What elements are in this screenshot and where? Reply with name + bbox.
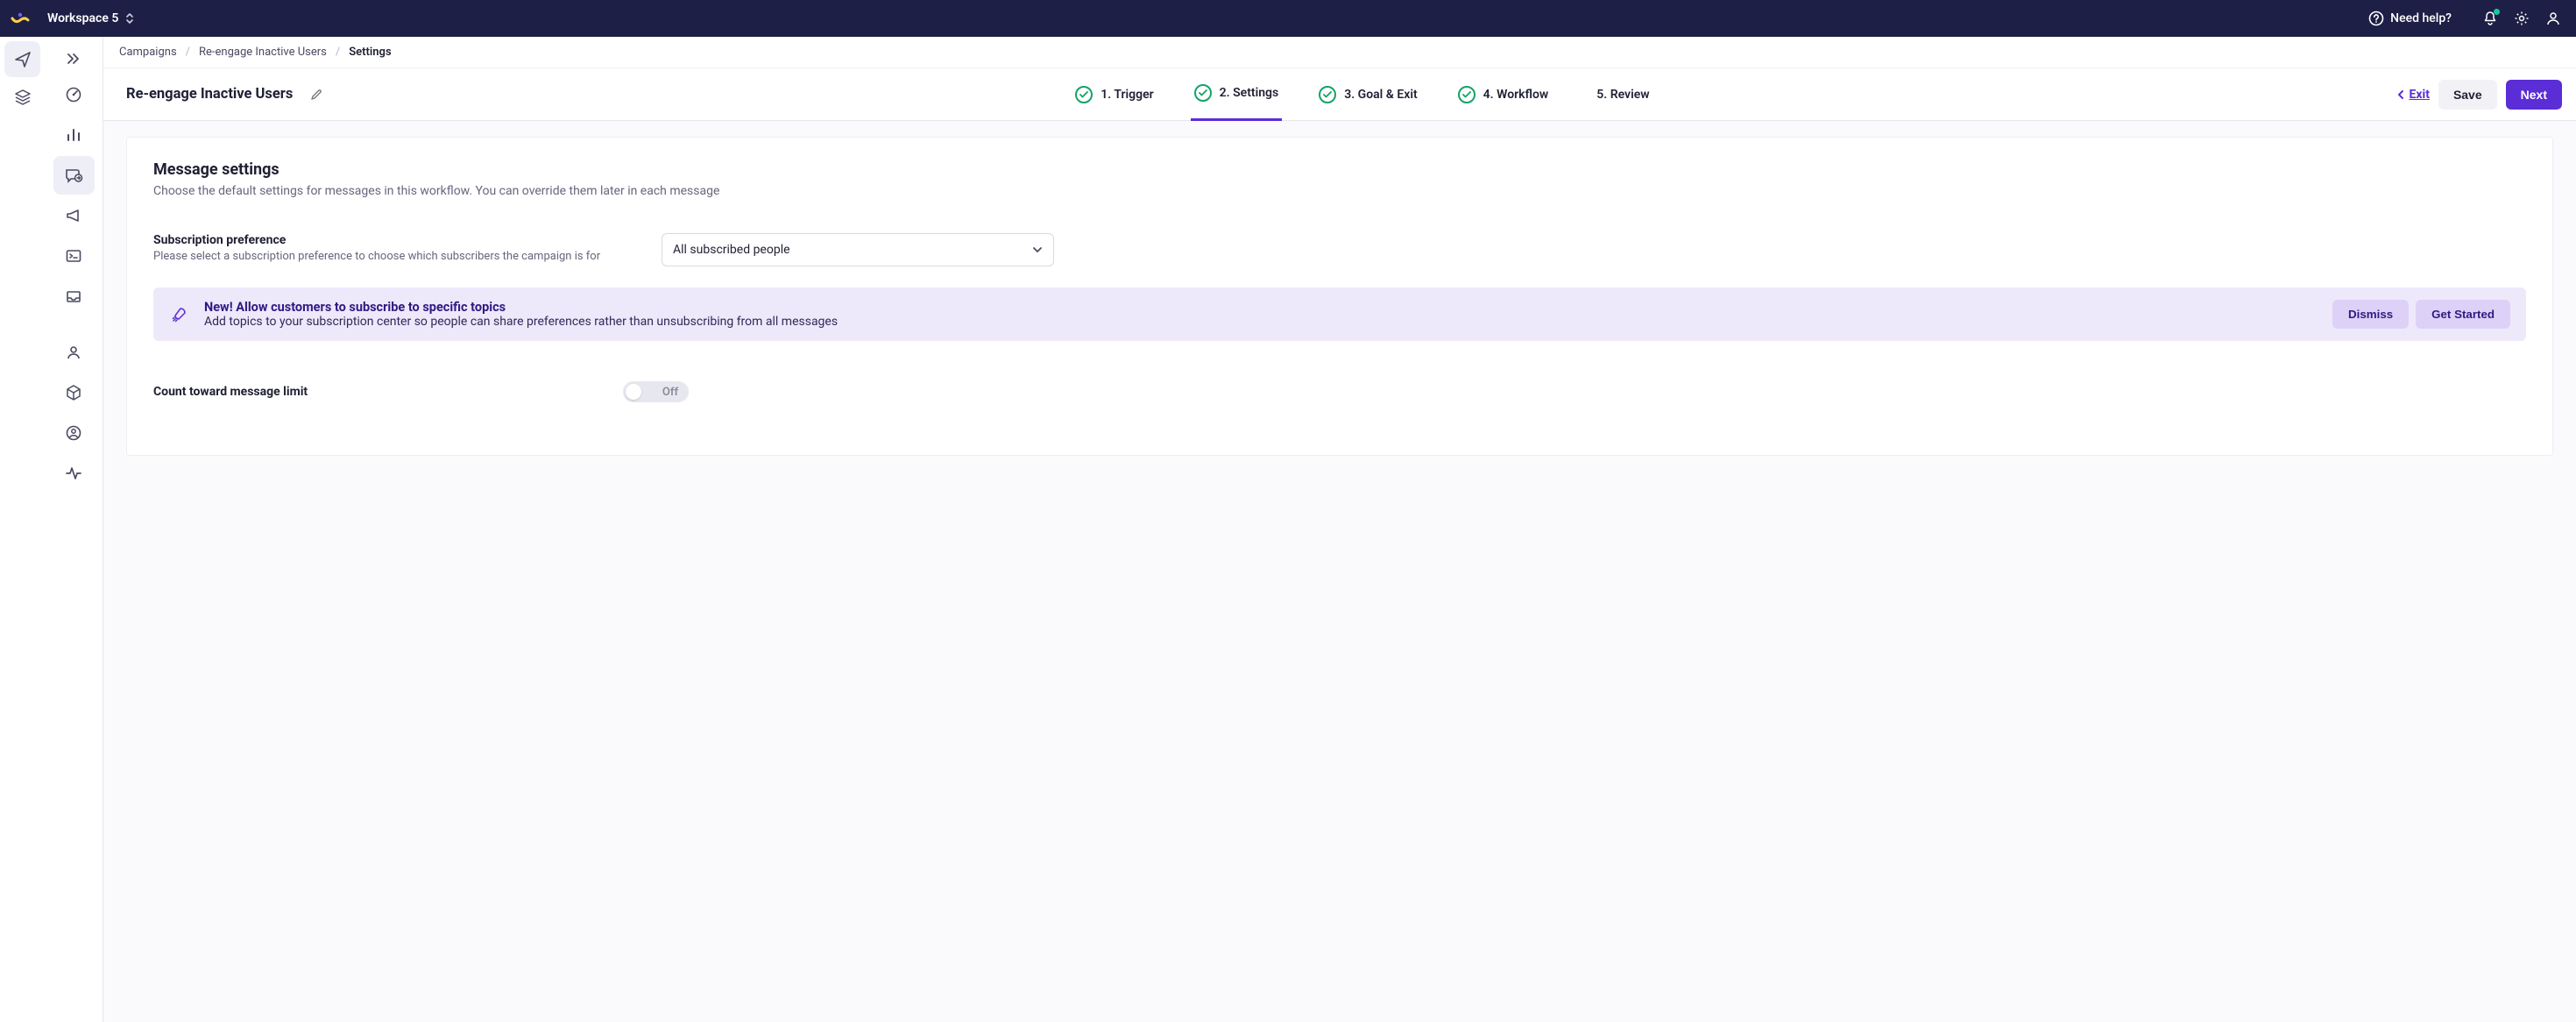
chevron-double-right-icon: [66, 53, 81, 65]
nav-people[interactable]: [53, 333, 95, 372]
header-actions: Exit Save Next: [2396, 80, 2562, 110]
workspace-switcher[interactable]: Workspace 5: [47, 11, 134, 25]
topics-banner: New! Allow customers to subscribe to spe…: [153, 287, 2526, 341]
check-icon: [1319, 86, 1336, 103]
inbox-icon: [65, 287, 82, 305]
card-heading: Message settings: [153, 160, 2526, 179]
activity-icon: [65, 465, 82, 482]
toggle-knob: [626, 384, 641, 400]
account-button[interactable]: [2544, 10, 2562, 27]
step-label: 1. Trigger: [1100, 88, 1153, 102]
secondary-nav: [45, 37, 103, 1022]
banner-desc: Add topics to your subscription center s…: [204, 315, 2318, 329]
terminal-icon: [65, 247, 82, 265]
nav-broadcasts[interactable]: [53, 196, 95, 235]
breadcrumb-campaigns[interactable]: Campaigns: [119, 46, 177, 59]
wizard-steps: 1. Trigger 2. Settings 3. Goal & Exit 4.…: [340, 68, 2384, 121]
get-started-button[interactable]: Get Started: [2416, 300, 2510, 329]
step-label: 5. Review: [1596, 88, 1649, 102]
workspace-name: Workspace 5: [47, 11, 118, 25]
sub-header: Re-engage Inactive Users 1. Trigger 2. S…: [103, 68, 2576, 121]
step-trigger[interactable]: 1. Trigger: [1072, 68, 1157, 121]
next-button[interactable]: Next: [2506, 80, 2562, 110]
check-icon: [1075, 86, 1093, 103]
bar-chart-icon: [65, 126, 82, 144]
nav-campaigns[interactable]: [53, 156, 95, 195]
nav-objects[interactable]: [53, 373, 95, 412]
breadcrumb-current: Settings: [349, 46, 391, 59]
topbar: Workspace 5 Need help?: [0, 0, 2576, 37]
save-button[interactable]: Save: [2438, 80, 2497, 110]
check-icon: [1194, 84, 1212, 102]
chevron-down-icon: [1032, 246, 1043, 253]
exit-link[interactable]: Exit: [2396, 88, 2429, 102]
nav-dashboard[interactable]: [53, 75, 95, 114]
app-logo: [11, 9, 30, 28]
person-icon: [65, 344, 82, 361]
dismiss-button[interactable]: Dismiss: [2332, 300, 2409, 329]
notification-dot: [2494, 9, 2500, 15]
step-goal-exit[interactable]: 3. Goal & Exit: [1315, 68, 1420, 121]
page-title: Re-engage Inactive Users: [126, 86, 293, 103]
gauge-icon: [65, 86, 82, 103]
gear-icon: [2514, 11, 2530, 26]
expand-nav-button[interactable]: [53, 44, 95, 74]
updown-icon: [125, 12, 134, 25]
rail-item-send[interactable]: [4, 41, 40, 77]
rocket-icon: [169, 306, 190, 323]
step-settings[interactable]: 2. Settings: [1191, 68, 1283, 121]
breadcrumb: Campaigns / Re-engage Inactive Users / S…: [103, 37, 2576, 68]
message-limit-row: Count toward message limit Off: [153, 381, 2526, 402]
layers-icon: [14, 89, 32, 106]
step-label: 3. Goal & Exit: [1344, 88, 1417, 102]
rename-button[interactable]: [305, 83, 328, 106]
step-review[interactable]: 5. Review: [1585, 68, 1652, 121]
need-help-link[interactable]: Need help?: [2368, 11, 2452, 26]
cube-icon: [65, 384, 82, 401]
message-arrow-icon: [64, 167, 83, 184]
nav-segments[interactable]: [53, 414, 95, 452]
person-circle-icon: [65, 424, 82, 442]
step-workflow[interactable]: 4. Workflow: [1454, 68, 1553, 121]
primary-nav-rail: [0, 37, 45, 1022]
settings-card: Message settings Choose the default sett…: [126, 137, 2553, 456]
megaphone-icon: [65, 207, 82, 224]
subscription-row: Subscription preference Please select a …: [153, 233, 2526, 266]
nav-transactional[interactable]: [53, 237, 95, 275]
subscription-select[interactable]: All subscribed people: [662, 233, 1054, 266]
main-area: Campaigns / Re-engage Inactive Users / S…: [103, 37, 2576, 1022]
nav-deliveries[interactable]: [53, 277, 95, 316]
content-area: Message settings Choose the default sett…: [103, 121, 2576, 1022]
subscription-field: Subscription preference Please select a …: [153, 233, 626, 263]
banner-title: New! Allow customers to subscribe to spe…: [204, 300, 2318, 315]
card-subtext: Choose the default settings for messages…: [153, 184, 2526, 198]
subscription-help: Please select a subscription preference …: [153, 250, 626, 263]
nav-analytics[interactable]: [53, 116, 95, 154]
help-icon: [2368, 11, 2384, 26]
message-limit-label: Count toward message limit: [153, 385, 308, 399]
breadcrumb-sep: /: [336, 46, 340, 59]
step-label: 4. Workflow: [1483, 88, 1549, 102]
toggle-state: Off: [662, 386, 678, 399]
pencil-icon: [310, 88, 323, 101]
exit-label: Exit: [2409, 88, 2429, 102]
chevron-left-icon: [2396, 89, 2405, 100]
step-label: 2. Settings: [1220, 86, 1279, 100]
user-icon: [2545, 11, 2561, 26]
breadcrumb-sep: /: [186, 46, 190, 59]
need-help-label: Need help?: [2390, 11, 2452, 25]
settings-button[interactable]: [2513, 10, 2530, 27]
breadcrumb-campaign-name[interactable]: Re-engage Inactive Users: [199, 46, 327, 59]
check-icon: [1458, 86, 1476, 103]
message-limit-toggle[interactable]: Off: [623, 381, 689, 402]
subscription-label: Subscription preference: [153, 233, 626, 247]
rail-item-layers[interactable]: [4, 79, 40, 115]
send-icon: [14, 51, 32, 68]
subscription-value: All subscribed people: [673, 243, 790, 257]
notifications-button[interactable]: [2481, 10, 2499, 27]
nav-activity[interactable]: [53, 454, 95, 493]
